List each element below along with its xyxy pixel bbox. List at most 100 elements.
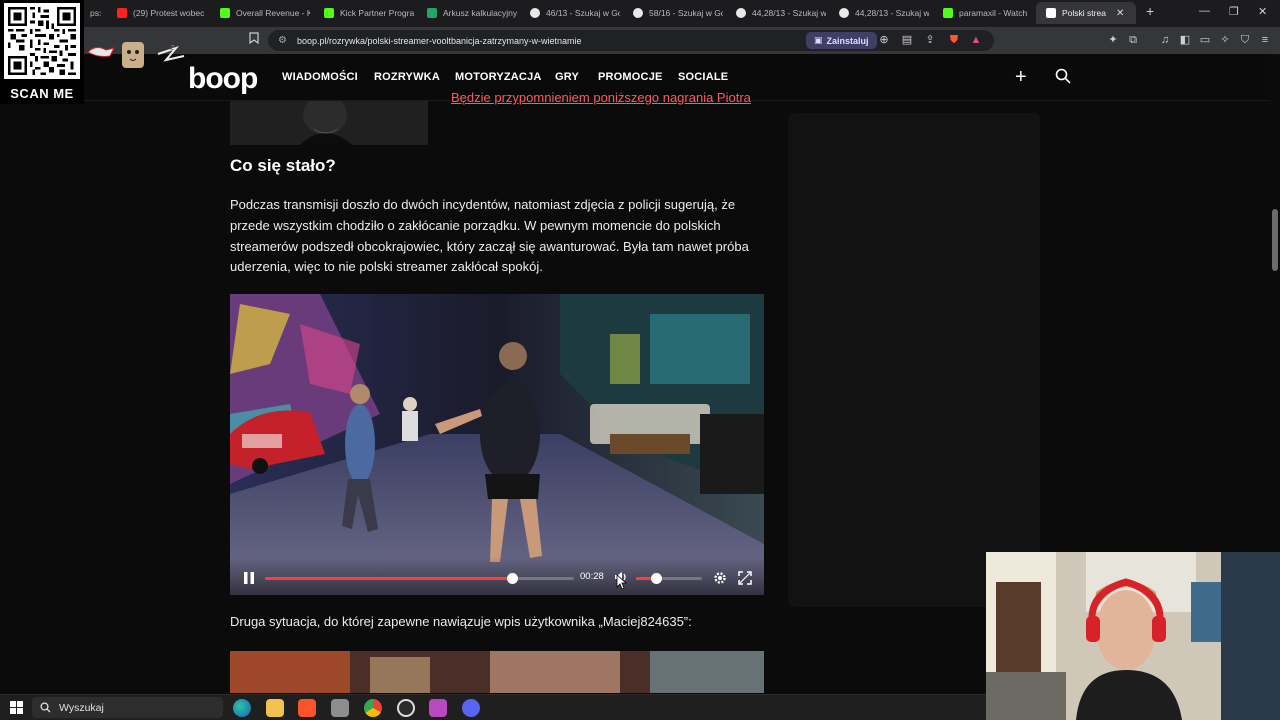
tab-label: Overall Revenue - K	[236, 8, 310, 18]
volume-handle[interactable]	[650, 573, 662, 584]
brave-icon[interactable]	[298, 699, 316, 717]
mouse-cursor-icon	[616, 574, 628, 590]
music-icon[interactable]: ♫	[1157, 32, 1173, 48]
nav-wiadomosci[interactable]: WIADOMOŚCI	[282, 71, 358, 83]
browser-tab[interactable]: 44,28/13 - Szukaj w	[829, 2, 929, 24]
google-icon	[839, 8, 849, 18]
menu-icon[interactable]: ≡	[1257, 32, 1273, 48]
video-player[interactable]: 00:28	[230, 294, 764, 595]
brave-shield-icon[interactable]: ⛊	[946, 32, 962, 48]
nav-rozrywka[interactable]: ROZRYWKA	[374, 71, 440, 83]
section-heading: Co się stało?	[230, 156, 336, 175]
close-tab-icon[interactable]: ✕	[1116, 8, 1124, 19]
browser-tab[interactable]: Arkusz kalkulacyjny	[417, 2, 517, 24]
tab-label: 58/16 - Szukaj w Go	[649, 8, 723, 18]
settings-gear-icon[interactable]	[713, 571, 727, 585]
search-icon[interactable]	[1054, 67, 1072, 85]
search-icon	[40, 702, 51, 713]
video-frame	[230, 294, 764, 595]
browser-tab[interactable]: (29) Protest wobec	[107, 2, 207, 24]
install-icon: ▣	[814, 35, 823, 45]
reader-icon[interactable]: ▤	[899, 32, 915, 48]
pause-icon[interactable]	[242, 571, 256, 585]
taskbar-search-placeholder: Wyszukaj	[59, 701, 104, 714]
screenshot-icon[interactable]: ⧉	[1125, 32, 1141, 48]
close-window-button[interactable]: ✕	[1258, 5, 1267, 18]
browser-tab[interactable]: 58/16 - Szukaj w Go	[623, 2, 723, 24]
windows-start-icon[interactable]	[10, 701, 23, 714]
google-icon	[633, 8, 643, 18]
youtube-icon	[117, 8, 127, 18]
bookmark-icon[interactable]	[246, 32, 262, 48]
article-image	[230, 101, 428, 145]
qr-code-icon	[4, 3, 80, 79]
install-app-button[interactable]: ▣ Zainstaluj	[806, 32, 877, 49]
extensions-icon[interactable]: ✦	[1105, 32, 1121, 48]
new-tab-button[interactable]: +	[1146, 3, 1154, 19]
browser-toolbar: ⚙ boop.pl/rozrywka/polski-streamer-voolt…	[0, 27, 1280, 54]
fullscreen-icon[interactable]	[738, 571, 752, 585]
qr-caption: SCAN ME	[10, 86, 74, 101]
tab-label: 44,28/13 - Szukaj w	[752, 8, 826, 18]
streaming-app-icon[interactable]	[429, 699, 447, 717]
minimize-button[interactable]: —	[1199, 5, 1210, 17]
brave-rewards-icon[interactable]: ▲	[968, 32, 984, 48]
url-text: boop.pl/rozrywka/polski-streamer-vooltba…	[296, 35, 582, 46]
video-time: 00:28	[580, 571, 604, 582]
tab-label: 46/13 - Szukaj w Go	[546, 8, 620, 18]
related-article-link[interactable]: Będzie przypomnieniem poniższego nagrani…	[451, 90, 751, 105]
kick-icon	[220, 8, 230, 18]
tab-label: Arkusz kalkulacyjny	[443, 8, 517, 18]
tab-label: 44,28/13 - Szukaj w	[855, 8, 929, 18]
sheets-icon	[427, 8, 437, 18]
tab-label: ps:	[90, 8, 102, 18]
file-explorer-icon[interactable]	[266, 699, 284, 717]
maximize-button[interactable]: ❐	[1229, 5, 1239, 18]
nav-sociale[interactable]: SOCIALE	[678, 71, 728, 83]
vpn-icon[interactable]: ⛉	[1237, 32, 1253, 48]
site-info-icon[interactable]: ⚙	[278, 35, 287, 46]
qr-overlay: SCAN ME	[0, 0, 84, 104]
tab-label: paramaxil - Watch	[959, 8, 1028, 18]
browser-tab[interactable]: paramaxil - Watch	[933, 2, 1033, 24]
nav-motoryzacja[interactable]: MOTORYZACJA	[455, 71, 542, 83]
streamer-webcam	[986, 552, 1280, 720]
progress-bar[interactable]	[265, 573, 574, 584]
progress-fill	[265, 577, 513, 580]
browser-tab[interactable]: 44,28/13 - Szukaj w	[726, 2, 826, 24]
zoom-icon[interactable]: ⊕	[876, 32, 892, 48]
nav-gry[interactable]: GRY	[555, 71, 579, 83]
nav-promocje[interactable]: PROMOCJE	[598, 71, 663, 83]
tab-label: Kick Partner Progra	[340, 8, 414, 18]
volume-slider[interactable]	[636, 573, 702, 584]
boop-favicon-icon	[1046, 8, 1056, 18]
article-paragraph: Druga sytuacja, do której zapewne nawiąz…	[230, 614, 692, 629]
boop-logo[interactable]: boop	[188, 62, 258, 96]
tab-label: Polski strea	[1062, 8, 1106, 18]
kick-icon	[943, 8, 953, 18]
share-icon[interactable]: ⇪	[922, 32, 938, 48]
sidebar-icon[interactable]: ◧	[1177, 32, 1193, 48]
edge-icon[interactable]	[233, 699, 251, 717]
progress-handle[interactable]	[507, 573, 519, 584]
chrome-icon[interactable]	[364, 699, 382, 717]
video-controls: 00:28	[230, 557, 764, 595]
browser-tab[interactable]: Overall Revenue - K	[210, 2, 310, 24]
add-icon[interactable]: +	[1015, 66, 1027, 89]
app-icon[interactable]	[331, 699, 349, 717]
taskbar-search[interactable]: Wyszukaj	[32, 697, 223, 718]
tab-label: (29) Protest wobec	[133, 8, 205, 18]
browser-tab[interactable]: Kick Partner Progra	[314, 2, 414, 24]
discord-icon[interactable]	[462, 699, 480, 717]
screen: ps: (29) Protest wobec Overall Revenue -…	[0, 0, 1280, 720]
os-taskbar: Wyszukaj	[0, 694, 986, 720]
leo-ai-icon[interactable]: ✧	[1217, 32, 1233, 48]
google-icon	[736, 8, 746, 18]
scrollbar-thumb[interactable]	[1272, 209, 1278, 271]
browser-tab[interactable]: 46/13 - Szukaj w Go	[520, 2, 620, 24]
obs-icon[interactable]	[397, 699, 415, 717]
second-video-preview[interactable]	[230, 651, 764, 693]
wallet-icon[interactable]: ▭	[1197, 32, 1213, 48]
browser-tab-active[interactable]: Polski strea ✕	[1036, 2, 1136, 24]
browser-tab-strip: ps: (29) Protest wobec Overall Revenue -…	[0, 0, 1280, 27]
